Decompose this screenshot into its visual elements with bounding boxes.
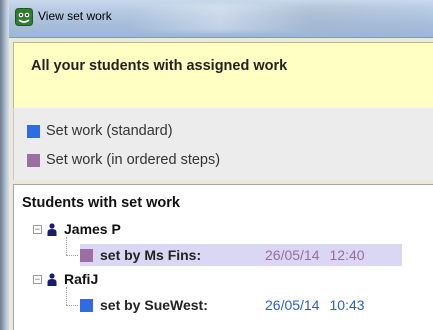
collapse-toggle-icon[interactable]: − <box>33 225 42 234</box>
legend-item-standard: Set work (standard) <box>27 121 173 141</box>
tree-connector <box>66 305 78 306</box>
students-tree[interactable]: Students with set work − James P set by … <box>13 184 433 330</box>
legend-item-ordered: Set work (in ordered steps) <box>27 150 220 170</box>
work-item[interactable]: set by Ms Fins: 26/05/14 12:40 <box>80 244 402 266</box>
student-icon <box>47 223 57 236</box>
tree-connector <box>66 255 78 256</box>
tree-connector <box>66 287 67 305</box>
window-left-edge <box>0 0 9 330</box>
legend: Set work (standard) Set work (in ordered… <box>13 108 433 180</box>
work-item[interactable]: set by SueWest: 26/05/14 10:43 <box>80 294 402 316</box>
student-name[interactable]: RafiJ <box>64 271 98 287</box>
ordered-color-swatch <box>27 153 40 167</box>
collapse-toggle-icon[interactable]: − <box>33 275 42 284</box>
tree-title: Students with set work <box>22 195 180 211</box>
work-time: 10:43 <box>329 297 365 313</box>
student-name[interactable]: James P <box>64 221 121 237</box>
title-bar-glass <box>129 4 429 32</box>
work-set-by: set by SueWest: <box>100 297 208 313</box>
ordered-work-icon <box>80 248 93 262</box>
title-bar[interactable]: View set work <box>9 0 433 38</box>
standard-work-icon <box>80 298 93 312</box>
app-icon <box>15 8 33 26</box>
work-set-by: set by Ms Fins: <box>100 247 202 263</box>
window-title: View set work <box>38 9 112 23</box>
legend-label-standard: Set work (standard) <box>46 123 173 139</box>
header-title: All your students with assigned work <box>31 58 288 74</box>
student-icon <box>47 273 57 286</box>
work-date: 26/05/14 <box>265 247 320 263</box>
legend-label-ordered: Set work (in ordered steps) <box>46 152 221 168</box>
standard-color-swatch <box>27 124 40 138</box>
tree-connector <box>66 237 67 255</box>
view-set-work-window: View set work All your students with ass… <box>0 0 433 330</box>
work-time: 12:40 <box>329 247 365 263</box>
work-date: 26/05/14 <box>265 297 320 313</box>
header-banner: All your students with assigned work <box>13 42 433 108</box>
